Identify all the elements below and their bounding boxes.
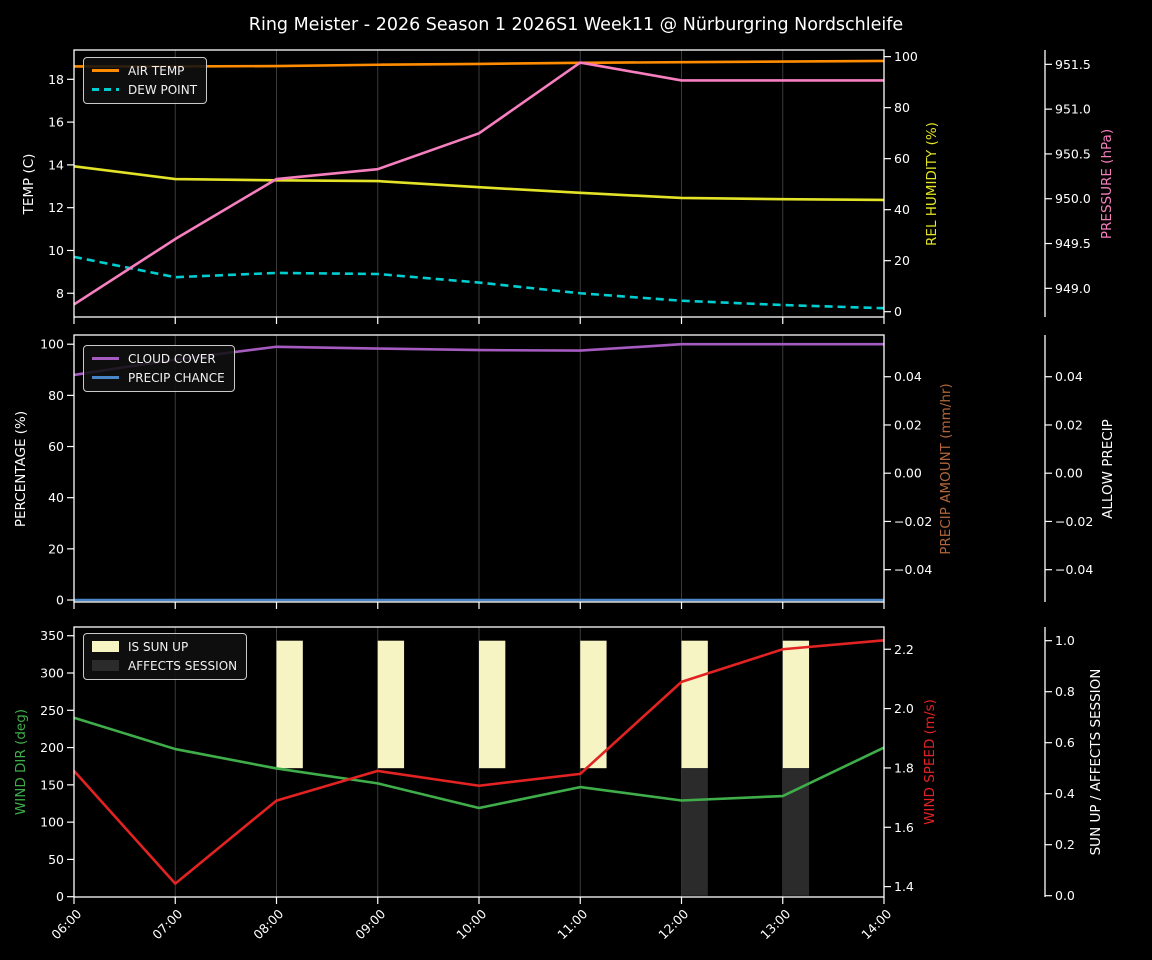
legend-swatch-precip-chance: [92, 376, 119, 379]
legend-wind-sun: IS SUN UP AFFECTS SESSION: [83, 633, 248, 680]
axis-title-wind-speed: WIND SPEED (m/s): [922, 699, 938, 825]
legend-label: AFFECTS SESSION: [128, 658, 238, 673]
legend-item-precip-chance: PRECIP CHANCE: [92, 370, 225, 385]
tick-label: 14: [48, 157, 64, 172]
tick-label: 1.8: [894, 760, 914, 775]
tick-label: 50: [48, 852, 64, 867]
tick-label: 949.5: [1055, 236, 1091, 251]
tick-label: 100: [40, 815, 64, 830]
legend-swatch-dew-point: [92, 88, 119, 91]
tick-label: 0.6: [1055, 735, 1075, 750]
tick-label: −0.04: [894, 562, 932, 577]
tick-label: −0.02: [1055, 514, 1093, 529]
tick-label: 20: [894, 253, 910, 268]
axis-title-percentage: PERCENTAGE (%): [13, 410, 29, 528]
tick-label: 40: [894, 202, 910, 217]
tick-label: 0.04: [894, 369, 922, 384]
axis-title-temp: TEMP (C): [21, 153, 37, 215]
legend-item-affects-session: AFFECTS SESSION: [92, 658, 237, 673]
legend-label: DEW POINT: [128, 82, 198, 97]
legend-swatch-cloud-cover: [92, 357, 119, 360]
tick-label: 0: [56, 593, 64, 608]
tick-label: 0.02: [894, 417, 922, 432]
tick-label: 0.2: [1055, 837, 1075, 852]
figure: { "title": "Ring Meister - 2026 Season 1…: [0, 0, 1152, 960]
tick-label: 0.8: [1055, 684, 1075, 699]
bar-is-sun-up: [479, 640, 506, 769]
bar-affects-session: [782, 768, 810, 896]
bar-is-sun-up: [782, 640, 810, 769]
tick-label: 300: [40, 666, 64, 681]
legend-label: IS SUN UP: [128, 639, 189, 654]
tick-label: 80: [48, 388, 64, 403]
tick-label: 0.04: [1055, 369, 1083, 384]
tick-label: 0: [894, 304, 902, 319]
tick-label: 950.0: [1055, 191, 1091, 206]
tick-label: 150: [40, 777, 64, 792]
tick-label: −0.04: [1055, 562, 1093, 577]
axis-title-wind-dir: WIND DIR (deg): [13, 708, 29, 816]
legend-item-dew-point: DEW POINT: [92, 82, 197, 97]
tick-label: −0.02: [894, 514, 932, 529]
tick-label: 60: [48, 439, 64, 454]
tick-label: 350: [40, 628, 64, 643]
plot-canvas: 8 10 12 14 16 18 0 20 40 60 80 100 949.0 949.5 950.0 95…: [40, 49, 1093, 904]
tick-label: 2.2: [894, 642, 914, 657]
tick-label: 0: [56, 889, 64, 904]
legend-swatch-air-temp: [92, 69, 119, 72]
tick-label: 0.02: [1055, 417, 1083, 432]
axis-title-precip-amount: PRECIP AMOUNT (mm/hr): [938, 383, 954, 555]
axis-title-sun-up: SUN UP / AFFECTS SESSION: [1088, 668, 1104, 856]
tick-label: 949.0: [1055, 281, 1091, 296]
bar-is-sun-up: [681, 640, 708, 769]
tick-label: 250: [40, 703, 64, 718]
legend-item-is-sun-up: IS SUN UP: [92, 639, 237, 654]
tick-label: 60: [894, 151, 910, 166]
bar-is-sun-up: [580, 640, 607, 769]
legend-item-air-temp: AIR TEMP: [92, 63, 197, 78]
legend-temperature-humidity-pressure: AIR TEMP DEW POINT: [83, 57, 208, 104]
tick-label: 18: [48, 72, 64, 87]
tick-label: 12: [48, 200, 64, 215]
tick-label: 100: [894, 49, 918, 64]
tick-label: 0.00: [1055, 466, 1083, 481]
axis-title-pressure: PRESSURE (hPa): [1099, 128, 1115, 240]
legend-cloud-precip: CLOUD COVER PRECIP CHANCE: [83, 345, 235, 392]
bar-affects-session: [681, 768, 708, 896]
legend-swatch-is-sun-up: [92, 641, 119, 652]
tick-label: 951.0: [1055, 102, 1091, 117]
legend-label: PRECIP CHANCE: [128, 370, 225, 385]
tick-label: 1.6: [894, 820, 914, 835]
bar-is-sun-up: [377, 640, 405, 769]
bar-is-sun-up: [276, 640, 303, 769]
tick-label: 16: [48, 115, 64, 130]
tick-label: 10: [48, 243, 64, 258]
tick-label: 0.0: [1055, 888, 1075, 903]
tick-label: 20: [48, 541, 64, 556]
axis-title-rel-humidity: REL HUMIDITY (%): [924, 122, 940, 246]
tick-label: 951.5: [1055, 57, 1091, 72]
tick-label: 100: [40, 337, 64, 352]
tick-label: 8: [56, 286, 64, 301]
tick-label: 200: [40, 740, 64, 755]
tick-label: 2.0: [894, 701, 914, 716]
legend-swatch-affects-session: [92, 660, 119, 671]
legend-label: CLOUD COVER: [128, 351, 216, 366]
tick-label: 80: [894, 100, 910, 115]
tick-label: 1.4: [894, 879, 914, 894]
tick-label: 950.5: [1055, 146, 1091, 161]
tick-label: 0.00: [894, 466, 922, 481]
axis-title-allow-precip: ALLOW PRECIP: [1100, 419, 1116, 519]
legend-item-cloud-cover: CLOUD COVER: [92, 351, 225, 366]
legend-label: AIR TEMP: [128, 63, 185, 78]
tick-label: 1.0: [1055, 633, 1075, 648]
tick-label: 0.4: [1055, 786, 1075, 801]
tick-label: 40: [48, 490, 64, 505]
